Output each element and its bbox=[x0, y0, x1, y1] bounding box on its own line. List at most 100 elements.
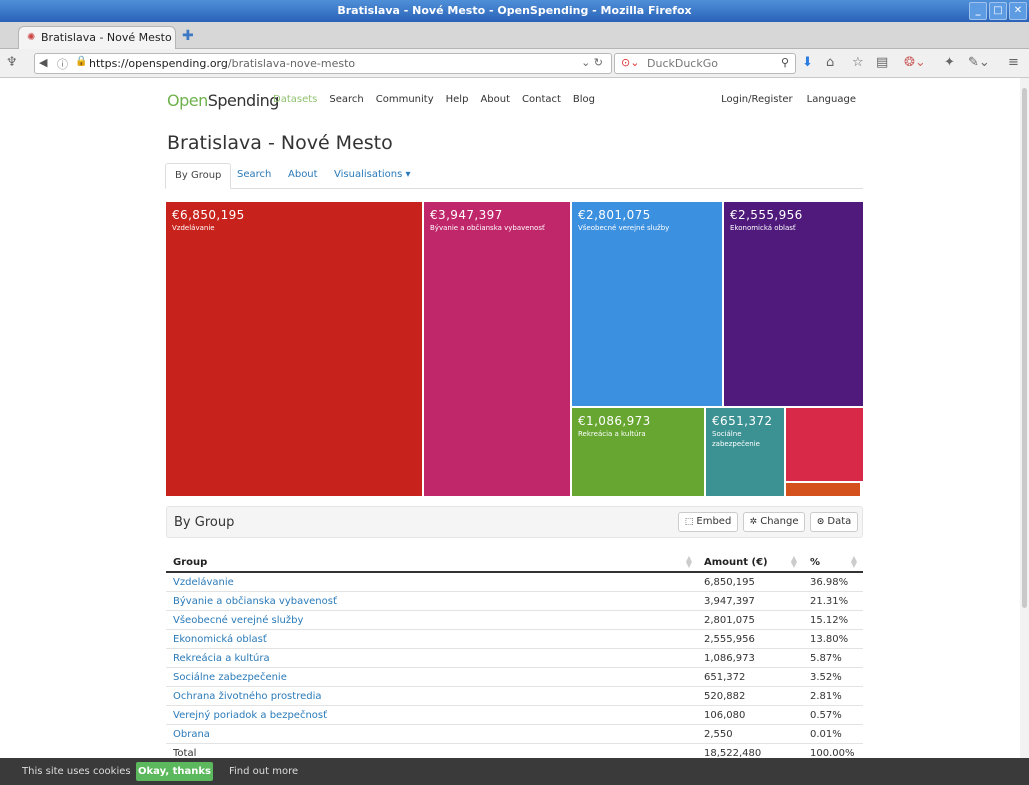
pocket-icon[interactable]: ✦ bbox=[944, 55, 955, 70]
group-link[interactable]: Všeobecné verejné služby bbox=[166, 610, 698, 630]
reading-list-icon[interactable]: ▤ bbox=[876, 55, 888, 70]
embed-button[interactable]: ⬚ Embed bbox=[678, 512, 738, 532]
col-pct[interactable]: % ▲ ▼ bbox=[803, 553, 863, 573]
nav-about[interactable]: About bbox=[480, 94, 510, 105]
sync-icon[interactable]: ✎⌄ bbox=[968, 55, 990, 70]
scrollbar-thumb[interactable] bbox=[1022, 88, 1027, 608]
sort-icon[interactable]: ▲ ▼ bbox=[686, 555, 692, 569]
table-row: Všeobecné verejné služby 2,801,075 15.12% bbox=[166, 610, 863, 630]
group-link[interactable]: Ekonomická oblasť bbox=[166, 629, 698, 649]
menu-icon[interactable]: ≡ bbox=[1008, 55, 1019, 70]
treemap-cell-socialne[interactable]: €651,372 Sociálne zabezpečenie bbox=[706, 408, 786, 498]
tab-about[interactable]: About bbox=[288, 163, 318, 187]
treemap: €6,850,195 Vzdelávanie €3,947,397 Bývani… bbox=[166, 202, 863, 498]
url-dropdown-icon[interactable]: ⌄ ↻ bbox=[581, 56, 603, 69]
tab-visualisations[interactable]: Visualisations ▾ bbox=[334, 163, 411, 187]
group-table: Group ▲ ▼ Amount (€) ▲ ▼ % ▲ ▼ Vzdelávanie 6,85… bbox=[166, 553, 863, 762]
treemap-value: €1,086,973 bbox=[578, 414, 651, 428]
table-row: Sociálne zabezpečenie 651,372 3.52% bbox=[166, 667, 863, 687]
amount-cell: 651,372 bbox=[698, 667, 803, 687]
sort-icon[interactable]: ▲ ▼ bbox=[791, 555, 797, 569]
table-row: Verejný poriadok a bezpečnosť 106,080 0.57… bbox=[166, 705, 863, 725]
data-icon: ⊙ bbox=[816, 517, 825, 527]
amount-cell: 2,801,075 bbox=[698, 610, 803, 630]
identity-icon[interactable]: ⓘ bbox=[57, 56, 68, 72]
minimize-icon[interactable]: _ bbox=[969, 2, 987, 20]
data-label: Data bbox=[827, 516, 852, 527]
group-panel-title: By Group bbox=[174, 515, 235, 530]
search-input[interactable]: ⊙⌄ DuckDuckGo ⚲ bbox=[614, 53, 796, 74]
table-row: Ekonomická oblasť 2,555,956 13.80% bbox=[166, 629, 863, 649]
site-logo[interactable]: OpenSpending bbox=[167, 91, 279, 110]
pct-cell: 2.81% bbox=[803, 686, 863, 706]
maximize-icon[interactable]: □ bbox=[989, 2, 1007, 20]
main-nav: Datasets Search Community Help About Con… bbox=[273, 94, 595, 105]
page-scrollbar[interactable] bbox=[1020, 78, 1029, 758]
group-link[interactable]: Vzdelávanie bbox=[166, 572, 698, 592]
treemap-cell-rekreacia[interactable]: €1,086,973 Rekreácia a kultúra bbox=[572, 408, 706, 498]
group-panel: By Group ⬚ Embed ✲ Change ⊙ Data bbox=[166, 506, 863, 538]
favicon-icon: ✺ bbox=[27, 32, 36, 43]
treemap-cell-vzdelavanie[interactable]: €6,850,195 Vzdelávanie bbox=[166, 202, 424, 498]
treemap-label: Ekonomická oblasť bbox=[730, 224, 796, 232]
nav-blog[interactable]: Blog bbox=[573, 94, 595, 105]
amount-cell: 106,080 bbox=[698, 705, 803, 725]
new-tab-icon[interactable]: ✚ bbox=[182, 28, 194, 44]
nav-help[interactable]: Help bbox=[446, 94, 469, 105]
nav-datasets[interactable]: Datasets bbox=[273, 94, 317, 105]
tab-by-group[interactable]: By Group bbox=[165, 163, 232, 189]
treemap-cell-byvanie[interactable]: €3,947,397 Bývanie a občianska vybavenos… bbox=[424, 202, 572, 498]
change-button[interactable]: ✲ Change bbox=[743, 512, 805, 532]
extension-icon[interactable]: ♆ bbox=[6, 55, 18, 70]
addon-icon[interactable]: ❂⌄ bbox=[904, 55, 926, 70]
col-amount[interactable]: Amount (€) ▲ ▼ bbox=[698, 553, 803, 573]
lock-icon: 🔒 bbox=[75, 56, 88, 67]
treemap-cell-small-orange[interactable] bbox=[786, 483, 860, 498]
amount-cell: 2,555,956 bbox=[698, 629, 803, 649]
group-link[interactable]: Obrana bbox=[166, 724, 698, 744]
tab-search[interactable]: Search bbox=[237, 163, 271, 187]
group-link[interactable]: Bývanie a občianska vybavenosť bbox=[166, 591, 698, 611]
group-link[interactable]: Ochrana životného prostredia bbox=[166, 686, 698, 706]
table-row: Bývanie a občianska vybavenosť 3,947,397 2… bbox=[166, 591, 863, 611]
table-row: Rekreácia a kultúra 1,086,973 5.87% bbox=[166, 648, 863, 668]
nav-community[interactable]: Community bbox=[376, 94, 434, 105]
url-bar[interactable]: ◀ ⓘ 🔒 https://openspending.org/bratislav… bbox=[34, 53, 612, 74]
pct-cell: 36.98% bbox=[803, 572, 863, 592]
pct-cell: 15.12% bbox=[803, 610, 863, 630]
search-placeholder: DuckDuckGo bbox=[647, 57, 718, 70]
download-icon[interactable]: ⬇ bbox=[802, 55, 813, 70]
group-link[interactable]: Sociálne zabezpečenie bbox=[166, 667, 698, 687]
browser-tabstrip: ✺ Bratislava - Nové Mesto - ... ✚ bbox=[0, 22, 1029, 57]
cookie-more-link[interactable]: Find out more bbox=[229, 766, 298, 777]
amount-cell: 1,086,973 bbox=[698, 648, 803, 668]
close-icon[interactable]: ✕ bbox=[1009, 2, 1027, 20]
treemap-value: €651,372 bbox=[712, 414, 773, 428]
language-link[interactable]: Language bbox=[807, 94, 856, 105]
treemap-value: €6,850,195 bbox=[172, 208, 245, 222]
login-link[interactable]: Login/Register bbox=[721, 94, 793, 105]
nav-search[interactable]: Search bbox=[329, 94, 363, 105]
cookie-accept-button[interactable]: Okay, thanks bbox=[136, 762, 213, 781]
nav-contact[interactable]: Contact bbox=[522, 94, 561, 105]
group-link[interactable]: Rekreácia a kultúra bbox=[166, 648, 698, 668]
table-row: Obrana 2,550 0.01% bbox=[166, 724, 863, 744]
search-engine-icon[interactable]: ⊙⌄ bbox=[621, 56, 639, 69]
group-link[interactable]: Verejný poriadok a bezpečnosť bbox=[166, 705, 698, 725]
sort-icon[interactable]: ▲ ▼ bbox=[851, 555, 857, 569]
browser-tab[interactable]: ✺ Bratislava - Nové Mesto - ... bbox=[18, 26, 176, 57]
treemap-cell-ekonomicka[interactable]: €2,555,956 Ekonomická oblasť bbox=[724, 202, 863, 408]
data-button[interactable]: ⊙ Data bbox=[810, 512, 858, 532]
amount-cell: 3,947,397 bbox=[698, 591, 803, 611]
treemap-value: €2,555,956 bbox=[730, 208, 803, 222]
treemap-cell-vseobecne[interactable]: €2,801,075 Všeobecné verejné služby bbox=[572, 202, 724, 408]
treemap-cell-small-red[interactable] bbox=[786, 408, 863, 483]
back-icon[interactable]: ◀ bbox=[39, 56, 47, 69]
treemap-label: Sociálne zabezpečenie bbox=[712, 430, 760, 448]
bookmark-star-icon[interactable]: ☆ bbox=[852, 55, 864, 70]
col-group[interactable]: Group ▲ ▼ bbox=[166, 553, 698, 573]
home-icon[interactable]: ⌂ bbox=[826, 55, 834, 70]
pct-cell: 21.31% bbox=[803, 591, 863, 611]
user-nav: Login/Register Language bbox=[721, 94, 856, 105]
search-icon[interactable]: ⚲ bbox=[781, 56, 789, 69]
